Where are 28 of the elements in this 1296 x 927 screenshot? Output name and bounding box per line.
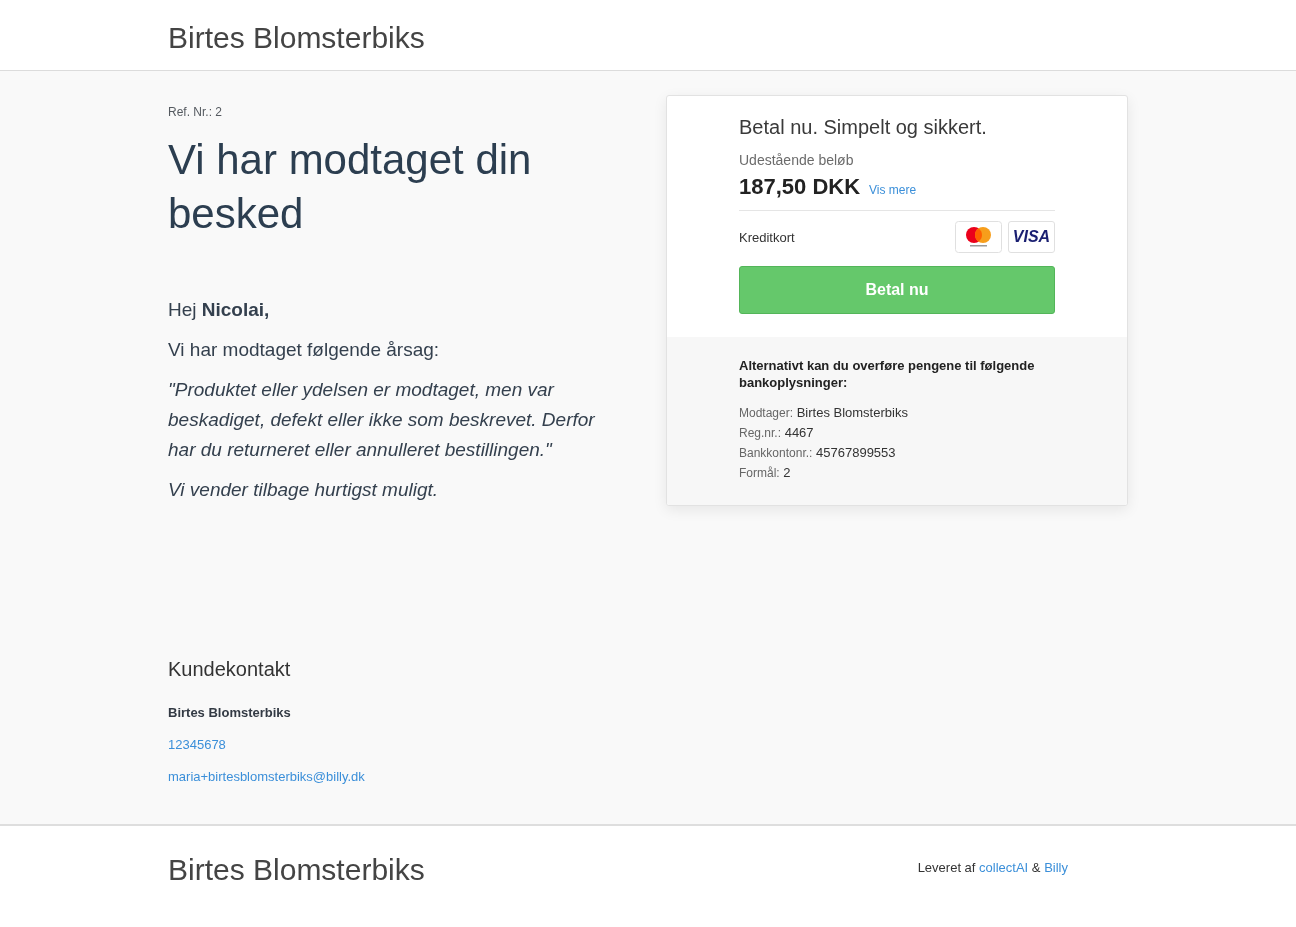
mastercard-logo-icon	[955, 221, 1002, 253]
payment-title: Betal nu. Simpelt og sikkert.	[739, 116, 987, 139]
footer-shop-title: Birtes Blomsterbiks	[168, 852, 425, 887]
page-heading: Vi har modtaget din besked	[168, 135, 533, 239]
email-link[interactable]: maria+birtesblomsterbiks@billy.dk	[168, 769, 365, 784]
amount-value: 187,50 DKK	[739, 174, 861, 200]
bank-detail-text: Modtager: Birtes Blomsterbiks	[739, 404, 908, 422]
credit-link[interactable]: collectAI	[979, 859, 1029, 875]
credit-link[interactable]: Billy	[1044, 859, 1068, 875]
closing-text: Vi vender tilbage hurtigst muligt.	[168, 478, 439, 502]
payment-method-label: Kreditkort	[739, 229, 795, 245]
reason-quote: "Produktet eller ydelsen er modtaget, men var beskadiget, defekt eller ikke som beskrevet. Derfor har du returneret eller annulleret bestillingen."	[168, 378, 596, 462]
intro-text: Vi har modtaget følgende årsag:	[168, 338, 440, 362]
credit-text: Leveret af collectAI & Billy	[917, 859, 1068, 875]
details-link[interactable]: Vis mere	[869, 183, 917, 197]
reference-number: Ref. Nr.: 2	[168, 105, 223, 119]
greeting-text: Hej Nicolai,	[168, 298, 270, 322]
contact-name: Birtes Blomsterbiks	[168, 705, 291, 720]
visa-logo: VISA	[1008, 221, 1055, 253]
amount-label: Udestående beløb	[739, 152, 854, 168]
bank-detail-text: Reg.nr.: 4467	[739, 424, 814, 442]
bank-detail-text: Bankkontonr.: 45767899553	[739, 444, 896, 462]
bank-detail-text: Formål: 2	[739, 464, 791, 482]
phone-link[interactable]: 12345678	[168, 737, 226, 752]
contact-heading: Kundekontakt	[168, 658, 291, 681]
bank-transfer-intro: Alternativt kan du overføre pengene til følgende bankoplysninger:	[739, 357, 1036, 391]
pay-button[interactable]: Betal nu	[739, 266, 1055, 314]
shop-title: Birtes Blomsterbiks	[168, 20, 425, 55]
